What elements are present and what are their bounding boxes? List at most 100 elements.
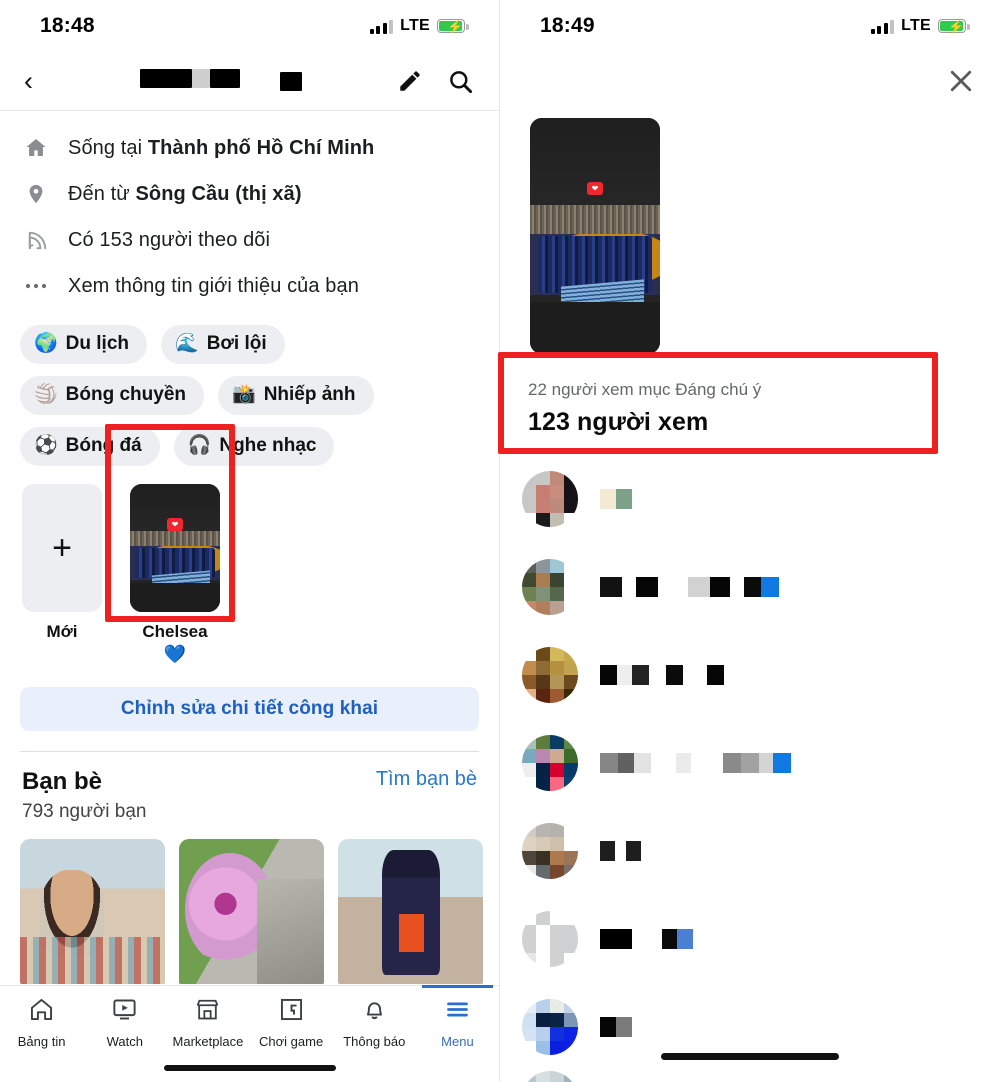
tab-thong-bao[interactable]: Thông báo: [333, 986, 416, 1058]
tab-label: Menu: [441, 1033, 474, 1049]
tab-marketplace[interactable]: Marketplace: [166, 986, 249, 1058]
plus-icon: +: [22, 483, 102, 612]
bottom-tabbar: Bảng tin Watch Marketplace Chơi game Thô…: [0, 985, 499, 1082]
status-bar-right: 18:49 LTE ⚡: [500, 0, 1000, 52]
total-viewer-count: 123 người xem: [528, 408, 709, 436]
friends-count: 793 người bạn: [22, 800, 147, 822]
profile-navbar: ‹: [0, 52, 499, 110]
search-icon[interactable]: [445, 66, 475, 96]
chip-du-lich[interactable]: 🌍 Du lịch: [20, 325, 148, 364]
story-highlights-row: + Mới ❤ Chelsea 💙: [0, 472, 499, 671]
left-phone-screen: 18:48 LTE ⚡ ‹ Sống tại Thành phố Hồ Chí …: [0, 0, 500, 1082]
reaction-badge-icon: ❤: [587, 181, 603, 195]
redacted-viewer-name: [600, 841, 641, 861]
edit-public-details-button[interactable]: Chỉnh sửa chi tiết công khai: [20, 686, 479, 731]
signal-bars-icon: [870, 19, 895, 34]
gaming-controller-icon: [278, 996, 305, 1028]
reaction-badge-icon: ❤: [167, 518, 183, 532]
viewer-row[interactable]: [500, 543, 1000, 631]
info-row-see-about[interactable]: Xem thông tin giới thiệu của bạn: [0, 263, 499, 309]
watch-play-icon: [111, 996, 138, 1028]
tab-label: Marketplace: [172, 1033, 244, 1049]
friends-title: Bạn bè: [22, 767, 103, 795]
redacted-viewer-name: [600, 753, 791, 773]
wave-icon: 🌊: [175, 333, 199, 354]
status-time: 18:48: [40, 14, 95, 37]
tab-label: Chơi game: [259, 1033, 324, 1049]
home-icon: [22, 134, 50, 162]
highlight-item-chelsea[interactable]: ❤ Chelsea 💙: [130, 483, 220, 665]
redacted-viewer-name: [600, 1017, 632, 1037]
add-highlight-label: Mới: [46, 621, 78, 641]
marketplace-store-icon: [194, 996, 221, 1028]
info-text-followers: Có 153 người theo dõi: [68, 228, 271, 251]
home-indicator: [163, 1065, 336, 1071]
chip-label: Nghe nhạc: [219, 434, 317, 456]
add-highlight-button[interactable]: + Mới: [22, 483, 102, 642]
highlight-label: Chelsea: [142, 621, 208, 641]
highlight-viewer-subtitle: 22 người xem mục Đáng chú ý: [528, 380, 762, 399]
viewer-row[interactable]: [500, 807, 1000, 895]
right-phone-screen: 18:49 LTE ⚡ ❤ 22 người xem mục Đáng chú: [500, 0, 1000, 1082]
status-indicators: LTE ⚡: [369, 17, 469, 35]
viewer-sheet-topbar: [500, 52, 1000, 110]
camera-icon: 📸: [232, 383, 256, 405]
network-type-label: LTE: [901, 17, 931, 34]
hamburger-menu-icon: [444, 996, 471, 1028]
battery-charging-icon: ⚡: [938, 19, 970, 34]
friends-section-header: Bạn bè 793 người bạn Tìm bạn bè: [0, 752, 499, 823]
viewer-summary: 22 người xem mục Đáng chú ý 123 người xe…: [500, 366, 1000, 449]
chip-label: Nhiếp ảnh: [263, 383, 356, 405]
close-icon[interactable]: [946, 66, 976, 96]
blurred-avatar: [522, 1071, 578, 1082]
blurred-avatar: [522, 999, 578, 1055]
tab-bang-tin[interactable]: Bảng tin: [0, 986, 83, 1058]
home-outline-icon: [28, 996, 55, 1028]
redacted-viewer-name: [600, 489, 632, 509]
find-friends-link[interactable]: Tìm bạn bè: [376, 768, 477, 791]
tab-choi-game[interactable]: Chơi game: [250, 986, 333, 1058]
viewer-row[interactable]: [500, 1071, 1000, 1082]
blue-heart-icon: 💙: [163, 643, 187, 664]
info-row-lives-in[interactable]: Sống tại Thành phố Hồ Chí Minh: [0, 125, 499, 171]
headphones-icon: 🎧: [187, 434, 212, 456]
status-indicators: LTE ⚡: [870, 17, 970, 35]
info-row-from[interactable]: Đến từ Sông Cầu (thị xã): [0, 171, 499, 217]
story-preview-thumbnail[interactable]: ❤: [530, 118, 660, 354]
navbar-actions: [395, 66, 475, 96]
chip-bong-chuyen[interactable]: 🏐 Bóng chuyền: [20, 375, 205, 415]
profile-info-list: Sống tại Thành phố Hồ Chí Minh Đến từ Sô…: [0, 111, 499, 313]
viewer-list: [500, 449, 1000, 1082]
highlight-thumbnail: ❤: [130, 483, 220, 612]
pin-icon: [22, 180, 50, 208]
tab-label: Bảng tin: [17, 1033, 66, 1049]
redacted-name: [139, 69, 240, 93]
friend-photo-portrait: [20, 838, 165, 984]
redacted-viewer-name: [600, 577, 779, 597]
home-indicator: [661, 1053, 839, 1060]
tab-label: Thông báo: [343, 1033, 406, 1049]
viewer-row[interactable]: [500, 895, 1000, 983]
viewer-row[interactable]: [500, 719, 1000, 807]
volleyball-icon: 🏐: [34, 383, 58, 405]
info-text-see-about: Xem thông tin giới thiệu của bạn: [68, 274, 359, 297]
status-time: 18:49: [540, 14, 595, 37]
redacted-viewer-name: [600, 929, 693, 949]
info-row-followers[interactable]: Có 153 người theo dõi: [0, 217, 499, 263]
blurred-avatar: [522, 471, 578, 527]
chip-nghe-nhac[interactable]: 🎧 Nghe nhạc: [173, 426, 335, 466]
tab-watch[interactable]: Watch: [83, 986, 166, 1058]
info-text-lives-in: Sống tại Thành phố Hồ Chí Minh: [68, 136, 375, 159]
bell-icon: [361, 996, 388, 1028]
chip-boi-loi[interactable]: 🌊 Bơi lội: [161, 325, 285, 364]
globe-icon: 🌍: [34, 333, 58, 354]
chip-nhiep-anh[interactable]: 📸 Nhiếp ảnh: [218, 375, 374, 415]
chip-bong-da[interactable]: ⚽ Bóng đá: [20, 426, 160, 466]
viewer-row[interactable]: [500, 631, 1000, 719]
pencil-icon[interactable]: [395, 66, 425, 96]
tab-menu[interactable]: Menu: [416, 985, 499, 1058]
viewer-row[interactable]: [500, 455, 1000, 543]
redacted-name-2: [279, 71, 302, 91]
blurred-avatar: [522, 911, 578, 967]
hobby-chip-list: 🌍 Du lịch 🌊 Bơi lội 🏐 Bóng chuyền 📸 Nhiếp ản…: [0, 313, 499, 472]
